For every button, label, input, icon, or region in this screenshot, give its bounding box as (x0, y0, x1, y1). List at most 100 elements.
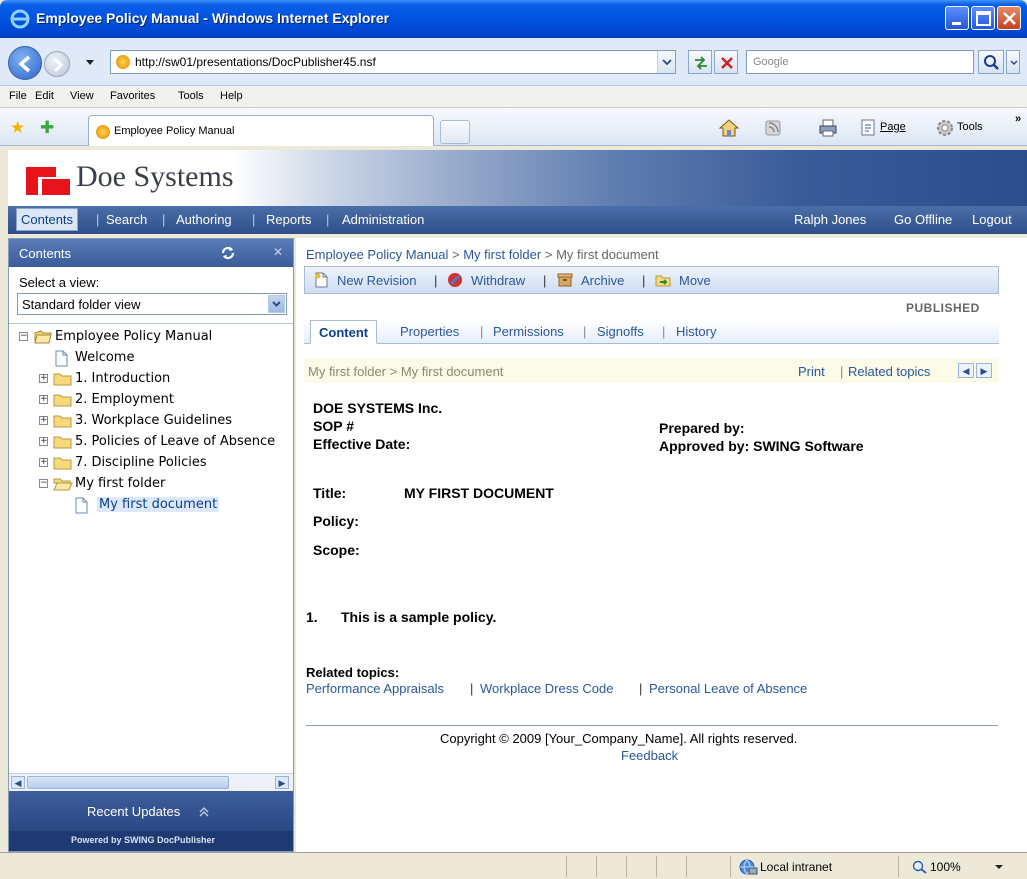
tree-node-workplace-guidelines[interactable]: + 3. Workplace Guidelines (9, 411, 293, 432)
tree-node-my-first-document[interactable]: My first document (9, 495, 293, 516)
collapse-icon[interactable]: − (19, 332, 28, 341)
nav-authoring[interactable]: Authoring (176, 212, 232, 227)
collapse-icon[interactable]: − (39, 479, 48, 488)
breadcrumb-folder-link[interactable]: My first folder (463, 247, 541, 262)
folder-icon (53, 394, 72, 407)
page-menu-button[interactable]: Page (880, 121, 906, 133)
nav-contents[interactable]: Contents (16, 208, 79, 231)
window-title: Employee Policy Manual - Windows Interne… (36, 10, 390, 26)
scroll-right-icon[interactable]: ▶ (275, 776, 289, 789)
view-select-dropdown[interactable] (268, 295, 285, 313)
search-input[interactable]: Google (746, 50, 974, 74)
expand-icon[interactable]: + (39, 458, 48, 467)
tree-node-label: 2. Employment (75, 392, 174, 407)
refresh-icon[interactable] (219, 244, 237, 262)
browser-tab-active[interactable]: Employee Policy Manual (88, 115, 434, 146)
tab-separator: | (662, 324, 666, 339)
nav-reports[interactable]: Reports (266, 212, 312, 227)
related-topics-link[interactable]: Related topics (848, 364, 930, 379)
tab-content[interactable]: Content (310, 320, 378, 344)
stop-button[interactable] (714, 50, 738, 74)
maximize-button[interactable] (971, 6, 995, 30)
menu-view[interactable]: View (70, 90, 94, 102)
tree-node-welcome[interactable]: Welcome (9, 348, 293, 369)
tab-signoffs[interactable]: Signoffs (597, 324, 644, 339)
close-sidebar-icon[interactable]: ✕ (273, 245, 283, 259)
feedback-link[interactable]: Feedback (621, 748, 678, 763)
expand-icon[interactable]: + (39, 395, 48, 404)
move-button[interactable]: Move (679, 273, 711, 288)
minimize-button[interactable] (945, 6, 969, 30)
close-window-button[interactable] (997, 6, 1021, 30)
related-topic-link[interactable]: Personal Leave of Absence (649, 681, 807, 696)
chevron-down-icon[interactable] (994, 864, 1004, 870)
related-topic-link[interactable]: Workplace Dress Code (480, 681, 613, 696)
new-tab-button[interactable] (440, 120, 470, 144)
logout-link[interactable]: Logout (972, 212, 1012, 227)
tree-node-employment[interactable]: + 2. Employment (9, 390, 293, 411)
scroll-left-icon[interactable]: ◀ (11, 776, 25, 789)
chevron-right-icon[interactable]: » (1015, 113, 1021, 125)
new-revision-button[interactable]: New Revision (337, 273, 416, 288)
tab-history[interactable]: History (676, 324, 716, 339)
scrollbar-thumb[interactable] (27, 776, 229, 789)
print-icon[interactable] (818, 118, 838, 138)
recent-pages-dropdown[interactable] (86, 60, 94, 65)
tab-properties[interactable]: Properties (400, 324, 459, 339)
home-icon[interactable] (718, 118, 740, 138)
withdraw-button[interactable]: Withdraw (471, 273, 525, 288)
tree-node-label: My first document (97, 497, 220, 512)
archive-button[interactable]: Archive (581, 273, 624, 288)
zoom-level-button[interactable]: 100% (930, 860, 961, 874)
tree-node-my-first-folder[interactable]: − My first folder (9, 474, 293, 495)
expand-icon[interactable]: + (39, 374, 48, 383)
tree-node-label: 1. Introduction (75, 371, 171, 386)
feeds-icon[interactable] (765, 120, 781, 136)
action-separator: | (543, 273, 547, 288)
forward-button[interactable] (44, 51, 70, 77)
folder-icon (53, 415, 72, 428)
document-path-bar: My first folder > My first document Prin… (304, 359, 999, 383)
tools-menu-button[interactable]: Tools (957, 121, 983, 133)
nav-administration[interactable]: Administration (342, 212, 424, 227)
zoom-icon (912, 860, 927, 874)
breadcrumb-root-link[interactable]: Employee Policy Manual (306, 247, 448, 262)
next-document-icon[interactable]: ▶ (976, 363, 992, 378)
expand-icon[interactable]: + (39, 416, 48, 425)
menu-file[interactable]: File (9, 90, 27, 102)
nav-search[interactable]: Search (106, 212, 147, 227)
menu-favorites[interactable]: Favorites (110, 90, 155, 102)
view-select[interactable]: Standard folder view (17, 293, 287, 315)
address-bar[interactable]: http://sw01/presentations/DocPublisher45… (110, 50, 676, 74)
tree-node-leave-of-absence[interactable]: + 5. Policies of Leave of Absence (9, 432, 293, 453)
recent-updates-panel-toggle[interactable]: Recent Updates (9, 791, 293, 831)
back-button[interactable] (8, 46, 42, 80)
add-favorites-icon[interactable]: ✚ (40, 118, 54, 138)
tree-node-root[interactable]: − Employee Policy Manual (9, 327, 293, 348)
powered-by-footer: Powered by SWING DocPublisher (9, 831, 293, 851)
related-topic-link[interactable]: Performance Appraisals (306, 681, 444, 696)
expand-icon[interactable]: + (39, 437, 48, 446)
horizontal-scrollbar[interactable]: ◀ ▶ (9, 773, 293, 791)
go-offline-link[interactable]: Go Offline (894, 212, 952, 227)
tab-permissions[interactable]: Permissions (493, 324, 564, 339)
divider (306, 725, 998, 726)
link-separator: | (840, 364, 844, 379)
search-options-dropdown[interactable] (1006, 50, 1020, 74)
search-button[interactable] (978, 50, 1004, 74)
print-link[interactable]: Print (798, 364, 825, 379)
nav-separator: | (96, 212, 100, 227)
favorites-star-icon[interactable]: ★ (10, 118, 25, 138)
address-dropdown[interactable] (657, 51, 675, 73)
tree-node-discipline[interactable]: + 7. Discipline Policies (9, 453, 293, 474)
tree-node-introduction[interactable]: + 1. Introduction (9, 369, 293, 390)
tree-node-label: 5. Policies of Leave of Absence (75, 434, 276, 449)
user-name-link[interactable]: Ralph Jones (794, 212, 866, 227)
open-book-icon (34, 330, 52, 344)
browser-tab-label: Employee Policy Manual (114, 125, 235, 137)
menu-edit[interactable]: Edit (35, 90, 54, 102)
previous-document-icon[interactable]: ◀ (958, 363, 974, 378)
menu-help[interactable]: Help (220, 90, 243, 102)
menu-tools[interactable]: Tools (178, 90, 204, 102)
refresh-button[interactable] (688, 50, 712, 74)
